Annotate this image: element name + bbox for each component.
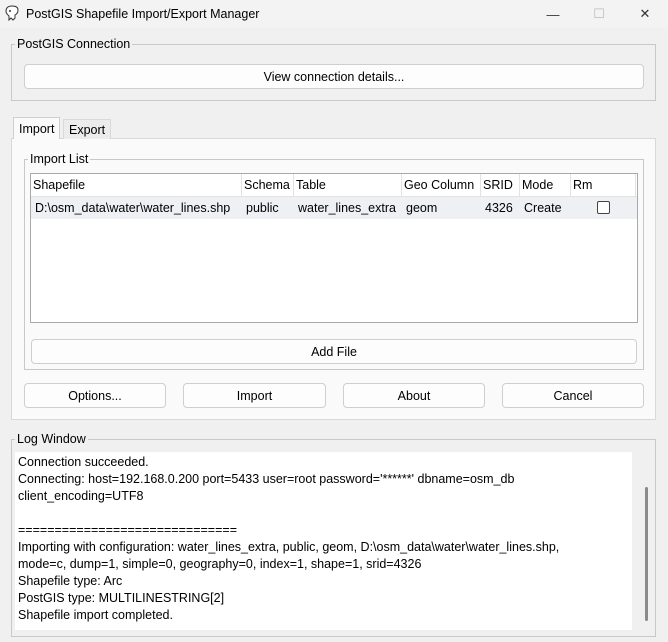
column-header-geo-column[interactable]: Geo Column [402,174,481,196]
log-line: client_encoding=UTF8 [18,489,144,503]
postgis-app-icon [5,5,19,21]
maximize-button[interactable]: ☐ [576,0,622,28]
table-row[interactable]: D:\osm_data\water\water_lines.shp public… [31,197,637,219]
import-button[interactable]: Import [183,383,326,408]
cell-geo-column[interactable]: geom [406,197,478,219]
column-header-schema[interactable]: Schema [242,174,294,196]
log-line: Shapefile import completed. [18,608,173,622]
column-header-shapefile[interactable]: Shapefile [31,174,242,196]
import-file-list[interactable]: Shapefile Schema Table Geo Column SRID M… [30,173,638,323]
log-text-area[interactable]: Connection succeeded. Connecting: host=1… [15,452,632,630]
cell-shapefile: D:\osm_data\water\water_lines.shp [35,201,231,215]
log-line: Shapefile type: Arc [18,574,123,588]
options-button[interactable]: Options... [24,383,166,408]
cancel-button[interactable]: Cancel [502,383,644,408]
log-window-legend: Log Window [15,431,88,447]
log-line: Importing with configuration: water_line… [18,540,560,554]
cell-table[interactable]: water_lines_extra [298,197,402,219]
about-button[interactable]: About [343,383,485,408]
log-line: PostGIS type: MULTILINESTRING[2] [18,591,225,605]
cell-schema[interactable]: public [246,197,292,219]
cell-srid[interactable]: 4326 [485,197,519,219]
add-file-button[interactable]: Add File [31,339,637,364]
connection-group-legend: PostGIS Connection [15,36,133,52]
log-line: mode=c, dump=1, simple=0, geography=0, i… [18,557,422,571]
log-line: Connection succeeded. [18,455,149,469]
tab-export[interactable]: Export [63,119,112,139]
minimize-button[interactable]: — [530,0,576,28]
column-header-srid[interactable]: SRID [481,174,520,196]
window-title: PostGIS Shapefile Import/Export Manager [26,7,260,21]
column-header-rm[interactable]: Rm [571,174,636,196]
log-scrollbar[interactable] [645,487,648,621]
cell-mode[interactable]: Create [524,197,570,219]
tab-import[interactable]: Import [13,117,61,139]
view-connection-details-button[interactable]: View connection details... [24,64,644,89]
column-header-mode[interactable]: Mode [520,174,571,196]
list-header: Shapefile Schema Table Geo Column SRID M… [31,174,637,197]
log-line: Connecting: host=192.168.0.200 port=5433… [18,472,515,486]
title-bar: PostGIS Shapefile Import/Export Manager … [0,0,668,28]
log-line: ============================== [18,523,237,537]
close-button[interactable]: ✕ [622,0,668,28]
import-list-legend: Import List [28,151,91,167]
column-header-table[interactable]: Table [294,174,402,196]
remove-checkbox[interactable] [597,201,610,214]
